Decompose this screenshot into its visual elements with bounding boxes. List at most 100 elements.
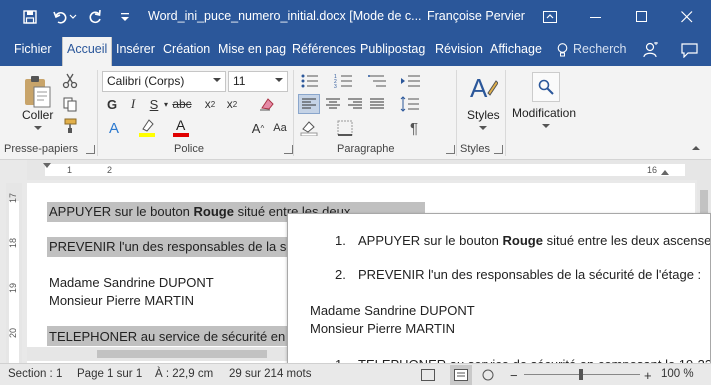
font-color-icon[interactable]: A	[170, 116, 192, 138]
group-divider	[97, 70, 98, 156]
line-spacing-icon[interactable]	[398, 94, 422, 114]
doc-line-3: Madame Sandrine DUPONT	[49, 275, 214, 290]
tell-me-search[interactable]: Recherch	[573, 42, 627, 56]
font-launcher-icon[interactable]	[284, 145, 293, 154]
vruler-number: 19	[8, 282, 19, 294]
indent-marker-icon[interactable]	[43, 163, 51, 168]
preview-item-1: APPUYER sur le bouton Rouge situé entre …	[358, 233, 711, 248]
subscript-icon[interactable]: x2	[200, 94, 220, 114]
tab-creation[interactable]: Création	[163, 42, 210, 56]
change-case-icon[interactable]: Aa	[270, 118, 290, 138]
shading-icon[interactable]	[298, 118, 320, 138]
paste-button-label[interactable]: Coller	[22, 108, 53, 122]
align-left-icon[interactable]	[298, 94, 320, 114]
preview-line-3: Madame Sandrine DUPONT	[310, 303, 475, 318]
comments-icon[interactable]	[680, 42, 698, 58]
close-icon[interactable]	[665, 0, 709, 34]
status-section[interactable]: Section : 1	[8, 368, 62, 380]
zoom-level[interactable]: 100 %	[661, 368, 694, 380]
grow-font-icon[interactable]: A ^	[248, 118, 268, 138]
paragraph-launcher-icon[interactable]	[446, 145, 455, 154]
cut-icon[interactable]	[60, 71, 80, 91]
preview-line-4: Monsieur Pierre MARTIN	[310, 321, 455, 336]
font-size-dropdown-icon[interactable]	[275, 78, 283, 82]
justify-icon[interactable]	[366, 94, 388, 114]
tab-publipostage[interactable]: Publipostag	[360, 42, 425, 56]
styles-icon[interactable]: A	[466, 72, 500, 108]
paste-icon[interactable]	[20, 72, 54, 110]
read-mode-icon[interactable]	[420, 367, 436, 383]
highlight-icon[interactable]	[136, 116, 158, 138]
tab-mise-en-page[interactable]: Mise en pag	[218, 42, 286, 56]
collapse-ribbon-icon[interactable]	[692, 146, 700, 150]
clipboard-group-label: Presse-papiers	[4, 143, 78, 155]
copy-icon[interactable]	[60, 94, 80, 114]
strikethrough-icon[interactable]: abc	[172, 94, 192, 114]
clear-formatting-icon[interactable]	[256, 94, 278, 114]
clipboard-launcher-icon[interactable]	[86, 145, 95, 154]
numbering-icon[interactable]: 123	[332, 71, 356, 91]
show-formatting-icon[interactable]: ¶	[404, 118, 424, 138]
hscroll-thumb[interactable]	[97, 350, 267, 358]
multilevel-list-icon[interactable]	[366, 71, 390, 91]
save-icon[interactable]	[15, 0, 45, 34]
maximize-icon[interactable]	[620, 0, 664, 34]
ribbon-tabs: Fichier Accueil Insérer Création Mise en…	[0, 34, 711, 66]
font-size-combo[interactable]: 11	[228, 71, 288, 92]
text-effects-icon[interactable]: A	[104, 118, 124, 138]
zoom-slider-thumb[interactable]	[579, 369, 583, 380]
svg-text:A: A	[470, 73, 488, 103]
print-layout-icon[interactable]	[450, 365, 472, 385]
find-icon[interactable]	[532, 72, 560, 102]
user-name[interactable]: Françoise Pervier	[427, 9, 525, 23]
share-person-icon[interactable]	[643, 41, 659, 59]
tab-revision[interactable]: Révision	[435, 42, 483, 56]
styles-dropdown-icon[interactable]	[479, 126, 487, 130]
styles-launcher-icon[interactable]	[494, 145, 503, 154]
superscript-icon[interactable]: x2	[222, 94, 242, 114]
ruler-number: 1	[67, 165, 73, 175]
right-indent-marker-icon[interactable]	[661, 170, 669, 175]
tab-accueil[interactable]: Accueil	[62, 37, 113, 66]
underline-dropdown-icon[interactable]: ▾	[162, 94, 170, 114]
indent-icon[interactable]	[398, 72, 424, 90]
borders-icon[interactable]	[334, 118, 356, 138]
styles-group-label: Styles	[460, 143, 490, 155]
redo-icon[interactable]	[80, 0, 110, 34]
font-size-value: 11	[233, 74, 246, 88]
tab-references[interactable]: Références	[292, 42, 356, 56]
font-name-value: Calibri (Corps)	[107, 74, 185, 88]
tab-affichage[interactable]: Affichage	[490, 42, 542, 56]
web-layout-icon[interactable]	[480, 367, 496, 383]
paste-dropdown-icon[interactable]	[34, 126, 42, 130]
status-word-count[interactable]: 29 sur 214 mots	[229, 368, 311, 380]
svg-text:3: 3	[334, 84, 337, 89]
editing-dropdown-icon[interactable]	[542, 124, 550, 128]
svg-text:A: A	[176, 117, 186, 133]
vruler-number: 17	[8, 192, 19, 204]
tab-inserer[interactable]: Insérer	[116, 42, 155, 56]
align-center-icon[interactable]	[322, 94, 344, 114]
ribbon-display-icon[interactable]	[528, 0, 572, 34]
zoom-out-icon[interactable]: −	[510, 368, 518, 383]
tab-fichier[interactable]: Fichier	[14, 42, 52, 56]
status-page[interactable]: Page 1 sur 1	[77, 368, 142, 380]
font-name-combo[interactable]: Calibri (Corps)	[102, 71, 226, 92]
bold-icon[interactable]: G	[102, 94, 122, 114]
status-position[interactable]: À : 22,9 cm	[155, 368, 213, 380]
ruler-text-area	[45, 164, 685, 176]
undo-dropdown-icon[interactable]	[66, 0, 80, 34]
bullets-icon[interactable]	[298, 71, 322, 91]
italic-icon[interactable]: I	[123, 94, 143, 114]
zoom-in-icon[interactable]: +	[644, 368, 652, 383]
underline-icon[interactable]: S	[144, 94, 164, 114]
format-painter-icon[interactable]	[60, 116, 80, 136]
paste-preview-popup: 1. APPUYER sur le bouton Rouge situé ent…	[287, 213, 711, 371]
minimize-icon[interactable]	[574, 0, 618, 34]
styles-button-label[interactable]: Styles	[467, 108, 500, 122]
customize-qat-icon[interactable]	[110, 0, 140, 34]
editing-button-label[interactable]: Modification	[512, 106, 576, 120]
align-right-icon[interactable]	[344, 94, 366, 114]
horizontal-scrollbar[interactable]	[27, 347, 287, 361]
font-name-dropdown-icon[interactable]	[213, 78, 221, 82]
